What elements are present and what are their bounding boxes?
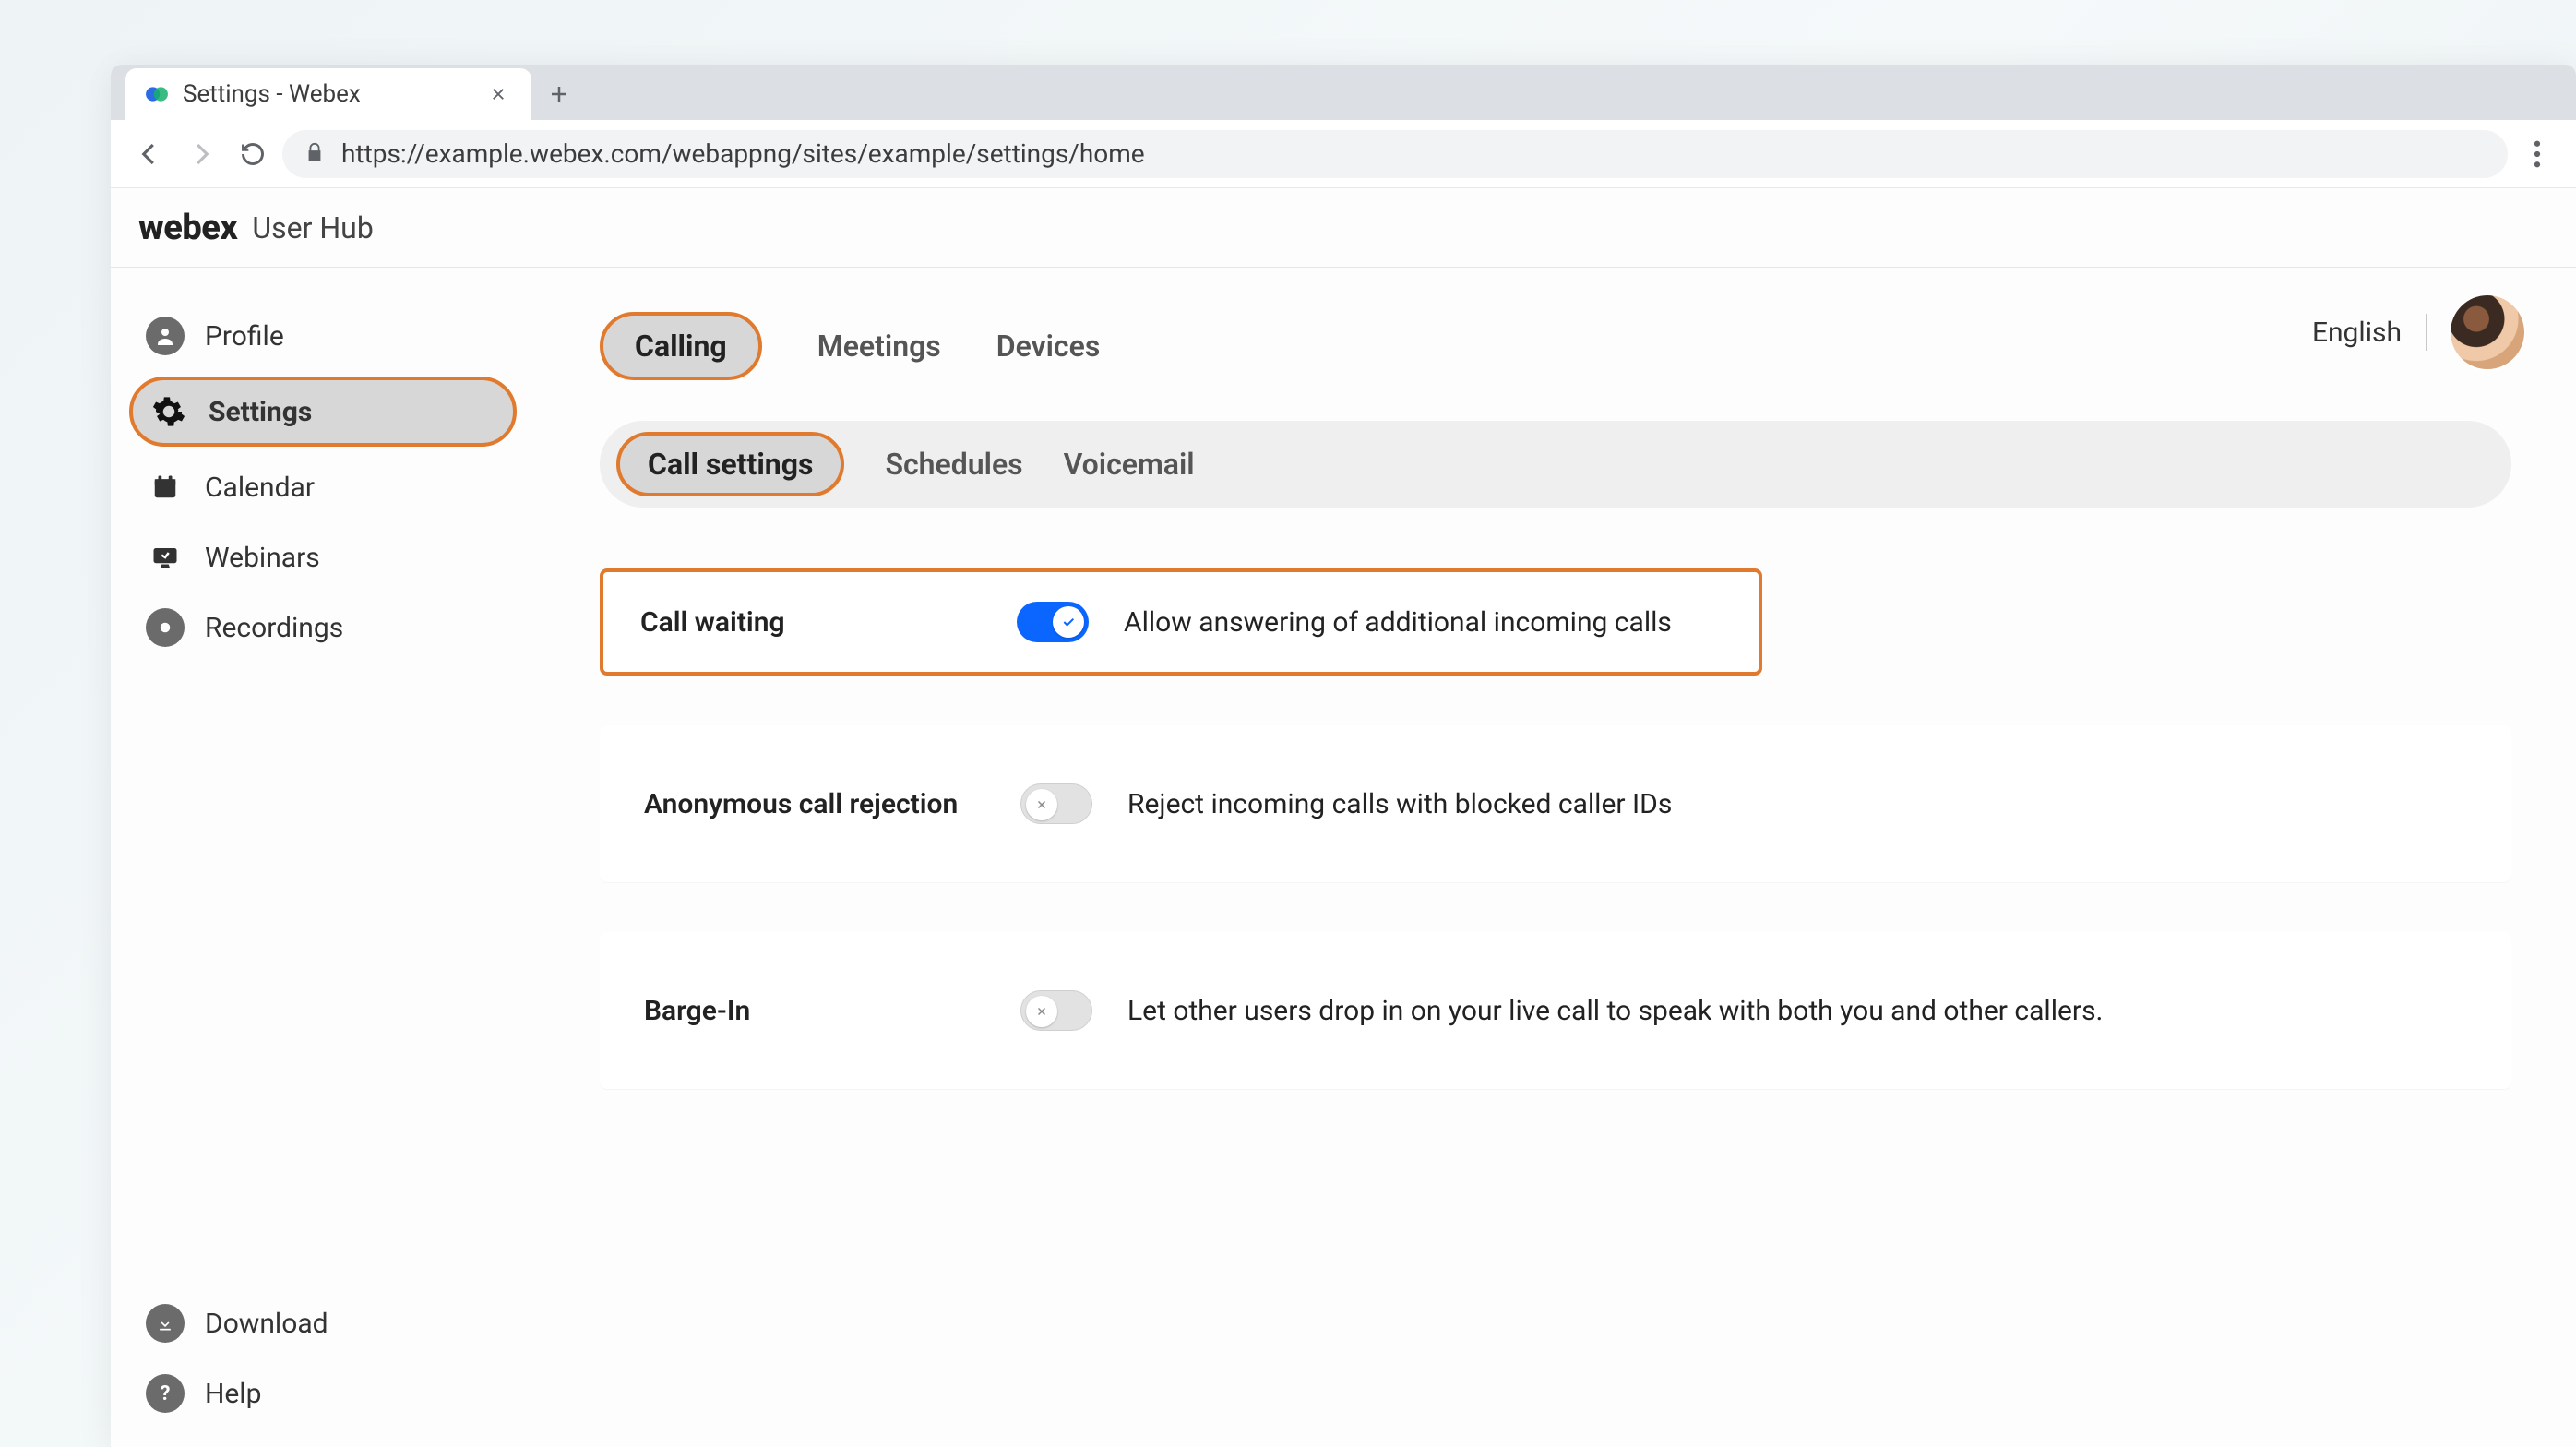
setting-label: Barge-In <box>644 995 985 1027</box>
sidebar-item-label: Download <box>205 1308 328 1340</box>
sidebar-item-label: Help <box>205 1378 261 1410</box>
sidebar-item-profile[interactable]: Profile <box>129 301 517 371</box>
browser-window: Settings - Webex <box>111 65 2576 1447</box>
person-icon <box>146 317 185 355</box>
sidebar-item-download[interactable]: Download <box>129 1288 517 1358</box>
sidebar-item-help[interactable]: ? Help <box>129 1358 517 1429</box>
setting-description: Allow answering of additional incoming c… <box>1124 606 1672 639</box>
browser-toolbar: https://example.webex.com/webappng/sites… <box>111 120 2576 188</box>
toggle-anonymous-rejection[interactable] <box>1020 783 1092 824</box>
download-icon <box>146 1304 185 1343</box>
record-icon <box>146 608 185 647</box>
toggle-barge-in[interactable] <box>1020 990 1092 1031</box>
address-bar[interactable]: https://example.webex.com/webappng/sites… <box>282 130 2508 178</box>
user-avatar[interactable] <box>2451 295 2524 369</box>
tab-label: Devices <box>996 329 1101 364</box>
setting-description: Let other users drop in on your live cal… <box>1127 995 2103 1027</box>
setting-label: Anonymous call rejection <box>644 788 985 820</box>
setting-description: Reject incoming calls with blocked calle… <box>1127 788 1672 820</box>
back-button[interactable] <box>127 132 172 176</box>
divider <box>2426 314 2427 351</box>
browser-tab[interactable]: Settings - Webex <box>125 68 531 120</box>
sidebar-item-label: Calendar <box>205 472 315 504</box>
subtab-schedules[interactable]: Schedules <box>885 447 1022 482</box>
setting-call-waiting: Call waiting Allow answering of addition… <box>600 568 1762 676</box>
help-icon: ? <box>146 1374 185 1413</box>
sidebar-item-label: Settings <box>209 396 312 428</box>
forward-button[interactable] <box>179 132 223 176</box>
sidebar-item-calendar[interactable]: Calendar <box>129 452 517 522</box>
webinar-icon <box>146 538 185 577</box>
webex-favicon <box>144 81 170 107</box>
gear-icon <box>149 392 188 431</box>
primary-tabs: Calling Meetings Devices <box>600 312 2511 380</box>
setting-anonymous-rejection: Anonymous call rejection Reject incoming… <box>600 725 2511 882</box>
browser-tab-title: Settings - Webex <box>183 80 361 108</box>
setting-barge-in: Barge-In Let other users drop in on your… <box>600 932 2511 1089</box>
sidebar: Profile Settings Calendar <box>111 268 535 1447</box>
setting-label: Call waiting <box>640 606 982 639</box>
tab-label: Calling <box>635 329 727 364</box>
subtab-call-settings[interactable]: Call settings <box>616 432 844 496</box>
subtab-voicemail[interactable]: Voicemail <box>1064 447 1195 482</box>
app-root: webex User Hub English <box>111 188 2576 1447</box>
lock-icon <box>304 138 325 169</box>
sidebar-item-label: Webinars <box>205 542 320 574</box>
url-text: https://example.webex.com/webappng/sites… <box>341 138 1145 169</box>
x-icon <box>1026 789 1057 820</box>
settings-list: Call waiting Allow answering of addition… <box>600 568 2511 1089</box>
tab-strip: Settings - Webex <box>111 65 2576 120</box>
check-icon <box>1053 606 1084 638</box>
tab-devices[interactable]: Devices <box>996 329 1101 364</box>
main-content: Calling Meetings Devices Call settings <box>535 268 2576 1447</box>
tab-label: Voicemail <box>1064 447 1195 482</box>
language-selector[interactable]: English <box>2312 317 2402 349</box>
sidebar-item-recordings[interactable]: Recordings <box>129 592 517 663</box>
browser-menu-button[interactable] <box>2515 132 2559 176</box>
reload-button[interactable] <box>231 132 275 176</box>
tab-label: Call settings <box>648 447 813 482</box>
brand-name: webex <box>138 208 237 248</box>
sidebar-item-label: Profile <box>205 320 284 353</box>
sidebar-item-settings[interactable]: Settings <box>129 377 517 447</box>
secondary-tabs: Call settings Schedules Voicemail <box>600 421 2511 508</box>
tab-label: Meetings <box>817 329 941 364</box>
x-icon <box>1026 996 1057 1027</box>
toggle-call-waiting[interactable] <box>1017 602 1089 642</box>
new-tab-button[interactable] <box>531 68 587 120</box>
calendar-icon <box>146 468 185 507</box>
sidebar-item-webinars[interactable]: Webinars <box>129 522 517 592</box>
app-header: webex User Hub <box>111 188 2576 268</box>
tab-meetings[interactable]: Meetings <box>817 329 941 364</box>
tab-label: Schedules <box>885 447 1022 482</box>
top-right-controls: English <box>2312 295 2524 369</box>
close-tab-button[interactable] <box>485 81 511 107</box>
tab-calling[interactable]: Calling <box>600 312 762 380</box>
sidebar-item-label: Recordings <box>205 612 343 644</box>
brand-sub: User Hub <box>252 210 373 245</box>
